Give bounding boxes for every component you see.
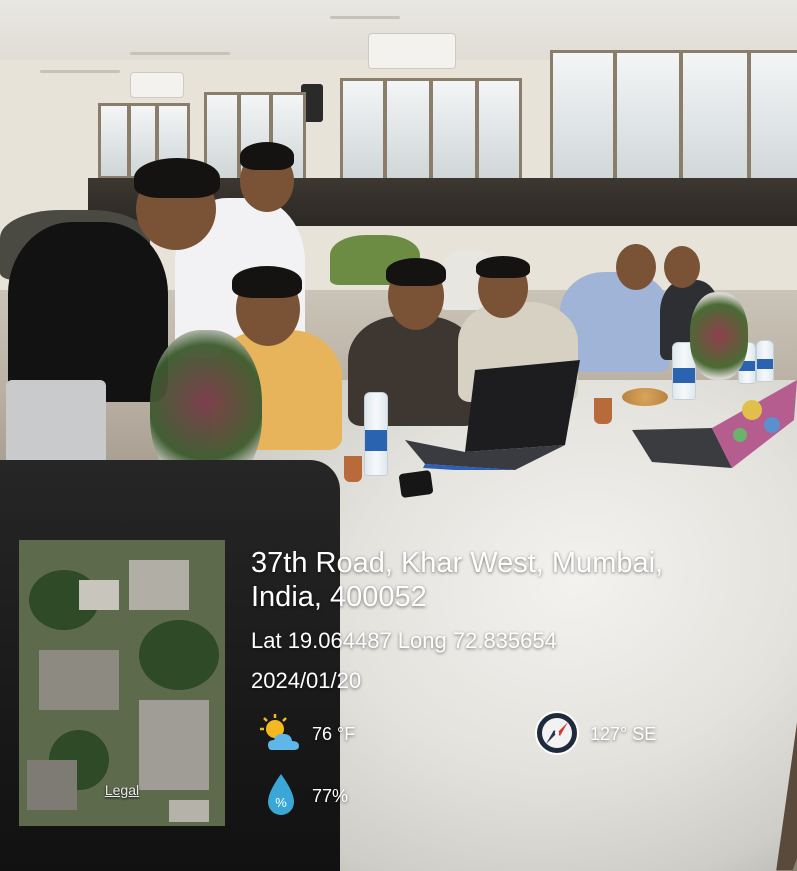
tea-cup [344,456,362,482]
air-conditioner [368,33,456,69]
hair [134,158,220,198]
map-thumbnail[interactable]: Legal [19,540,225,826]
tea-cup [594,398,612,424]
address-line-2: India, 400052 [251,581,427,613]
coordinates: Lat 19.064487 Long 72.835654 [251,628,557,653]
air-conditioner [130,72,184,98]
humidity: 77% [312,786,349,806]
standing-man-black-shirt [8,222,168,402]
flower-bouquet [690,292,748,380]
window [550,50,797,190]
head [664,246,700,288]
window [340,78,522,184]
plate [622,388,668,406]
hair [232,266,302,298]
hair [240,142,294,170]
wind-direction: 127° SE [590,724,657,744]
water-bottle [364,392,388,476]
humidity-drop-icon: % [264,772,298,818]
svg-text:%: % [275,795,287,810]
phone [398,469,434,499]
compass-icon [534,710,580,756]
map-legal-link[interactable]: Legal [19,782,225,798]
ceiling-fan [40,70,120,73]
hair [386,258,446,286]
water-bottle [756,340,774,382]
temperature: 76 °F [312,724,356,744]
ceiling-fan [130,52,230,55]
head [616,244,656,290]
partly-sunny-icon [258,714,304,756]
hair [476,256,530,278]
ceiling-fan [330,16,400,19]
address-line-1: 37th Road, Khar West, Mumbai, [251,547,664,579]
date: 2024/01/20 [251,668,362,693]
address: 37th Road, Khar West, Mumbai, India, 400… [251,546,663,614]
black-laptop [405,360,580,474]
